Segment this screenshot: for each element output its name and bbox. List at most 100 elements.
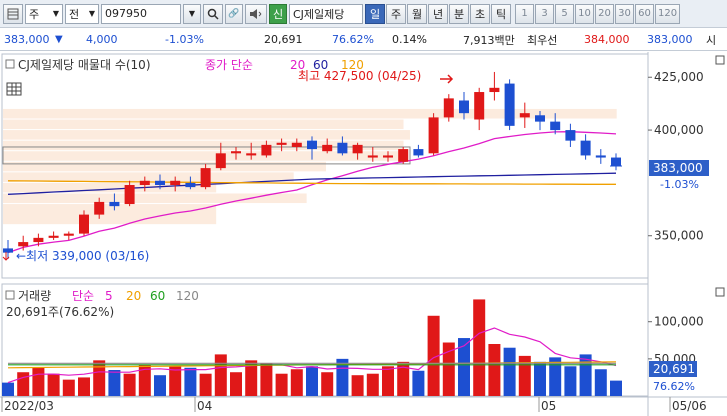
candle-body [459,100,469,114]
tab-minute-30[interactable]: 30 [615,3,634,24]
volume-bar [32,367,45,396]
market-label: 주 [29,7,40,21]
tab-minute-120[interactable]: 120 [655,3,681,24]
volume-bar [321,372,334,396]
minute-tabs: 1 3 5 10 20 30 60 120 [515,3,681,24]
current-volume-pct: 76.62% [653,380,695,393]
candle-body [3,248,13,253]
volume-ratio: 76.62% [332,33,374,46]
volume-profile-bar [3,204,217,225]
volume-bar [275,373,288,396]
ma-period-20: 20 [290,58,305,72]
volume-bar [594,369,607,396]
candle-body [200,168,211,188]
candle-body [443,98,454,118]
stock-chart[interactable]: 425,000400,000350,000최고 427,500 (04/25)←… [0,52,727,416]
quote-bar: 383,000 ▼ 4,000 -1.03% 20,691 76.62% 0.1… [0,29,727,51]
tab-minute-60[interactable]: 60 [635,3,654,24]
tab-period-6[interactable]: 틱 [491,3,511,24]
price-y-tick: 425,000 [654,70,704,84]
x-axis-label: 05 [541,399,556,413]
ma-period-60: 60 [313,58,328,72]
candle-body [367,155,378,158]
candle-body [63,233,74,236]
market-select[interactable]: 주 ▼ [25,3,63,24]
tab-period-4[interactable]: 분 [449,3,469,24]
volume-bar [2,382,14,396]
candle-body [185,182,196,188]
volume-bar [290,369,303,396]
candle-body [352,144,363,154]
volume-bar [382,366,394,396]
ask-price: 384,000 [584,33,630,46]
turnover: 0.14% [392,33,427,46]
chevron-down-icon[interactable]: ▼ [183,3,201,24]
volume-profile-bar [3,193,307,204]
candle-body [215,153,226,169]
volume-bar [62,379,75,396]
volume-ma-period-120: 120 [176,289,199,303]
prev-select[interactable]: 전 ▼ [65,3,99,24]
candle-body [155,180,165,186]
volume-bar [260,363,273,396]
tab-period-5[interactable]: 초 [470,3,490,24]
volume-bar [366,373,379,396]
grid-menu-icon[interactable] [3,3,23,24]
volume-bar [47,373,60,396]
volume-bar [169,366,182,396]
tab-period-2[interactable]: 월 [407,3,427,24]
code-input[interactable]: 097950 [101,3,181,24]
volume-bar [123,373,136,396]
candle-body [291,142,302,147]
low-label: ←최저 339,000 (03/16) [16,249,149,263]
x-axis-label: 05/06 [672,399,707,413]
tab-period-3[interactable]: 년 [428,3,448,24]
new-button[interactable]: 신 [269,3,287,24]
tab-minute-1[interactable]: 1 [515,3,534,24]
candle-body [580,140,591,156]
candle-body [276,142,287,145]
link-icon[interactable]: 🔗 [225,3,243,24]
volume-bar [610,380,622,396]
tab-period-0[interactable]: 일 [365,3,385,24]
volume-ma-label: 단순 [72,289,94,303]
candle-body [383,155,393,158]
volume-ma-period-5: 5 [105,289,113,303]
price-panel-title: CJ제일제당 매물대 수(10) [18,58,151,72]
tab-minute-20[interactable]: 20 [595,3,614,24]
period-tabs: 일주월년분초틱 [365,3,511,24]
tab-minute-5[interactable]: 5 [555,3,574,24]
stock-name: CJ제일제당 [289,3,363,24]
candle-body [322,144,333,152]
panel-max-icon [715,55,725,65]
volume-profile-bar [3,161,326,172]
candle-body [565,130,576,141]
speaker-icon[interactable] [245,3,267,24]
volume-bar [488,344,501,396]
volume-profile-bar [3,130,410,140]
candle-body [428,117,439,154]
quote-tail: 시 [706,33,717,47]
volume-ma-period-60: 60 [150,289,165,303]
chevron-down-icon: ▼ [88,9,95,18]
candle-body [231,151,241,154]
tab-period-1[interactable]: 주 [386,3,406,24]
candle-body [170,180,181,186]
volume-bar [579,354,592,396]
volume-value: 20,691 [264,33,303,46]
tab-minute-10[interactable]: 10 [575,3,594,24]
volume-bar [93,360,106,396]
volume-bar [17,372,30,396]
volume-bar [108,370,121,396]
volume-bar [214,354,227,396]
candle-body [48,235,59,238]
current-pct-label: -1.03% [660,178,699,191]
candle-body [398,149,409,162]
tab-minute-3[interactable]: 3 [535,3,554,24]
search-icon[interactable] [203,3,223,24]
candle-body [94,201,105,215]
price-y-tick: 350,000 [654,229,704,243]
candle-body [489,87,500,93]
ma-period-120: 120 [341,58,364,72]
candle-body [79,214,89,234]
